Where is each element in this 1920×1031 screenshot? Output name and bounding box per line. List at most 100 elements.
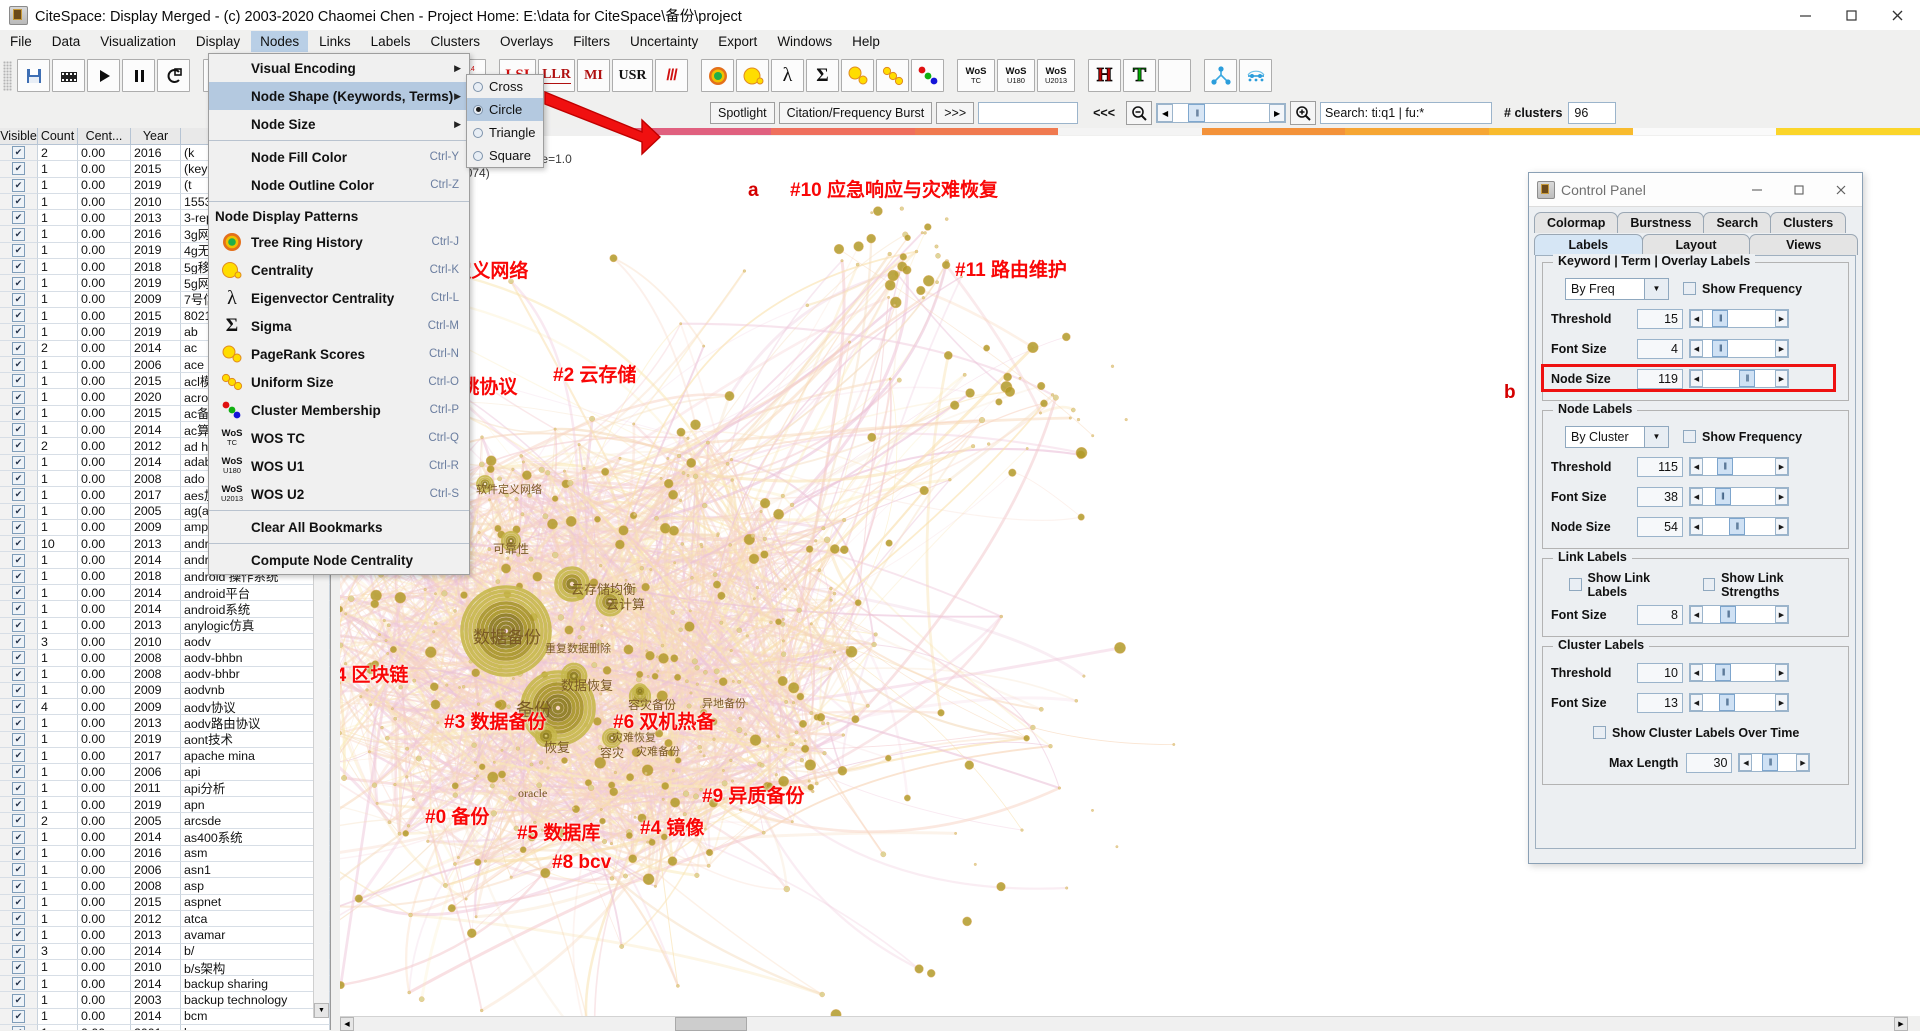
row-visible-cell[interactable]: ✔ <box>0 324 38 341</box>
table-row[interactable]: ✔ 1 0.00 2019 apn <box>0 796 330 814</box>
checkbox-checked-icon[interactable]: ✔ <box>12 488 25 502</box>
row-visible-cell[interactable]: ✔ <box>0 405 38 423</box>
checkbox-checked-icon[interactable]: ✔ <box>12 325 25 339</box>
menu-item-centrality[interactable]: Centrality Ctrl-K <box>209 256 469 284</box>
checkbox-checked-icon[interactable]: ✔ <box>12 162 25 176</box>
nodes-dropdown-menu[interactable]: Visual Encoding ▶ Node Shape (Keywords, … <box>208 53 470 575</box>
table-row[interactable]: ✔ 1 0.00 2015 aspnet <box>0 894 330 911</box>
row-visible-cell[interactable]: ✔ <box>0 242 38 260</box>
menu-item-wos-u2[interactable]: WoS U2013 WOS U2 Ctrl-S <box>209 480 469 508</box>
row-visible-cell[interactable]: ✔ <box>0 340 38 357</box>
row-visible-cell[interactable]: ✔ <box>0 193 38 211</box>
checkbox-checked-icon[interactable]: ✔ <box>12 602 25 616</box>
menu-item-sigma[interactable]: Σ Sigma Ctrl-M <box>209 312 469 340</box>
row-visible-cell[interactable]: ✔ <box>0 373 38 390</box>
menu-item-eigenvector-centrality[interactable]: λ Eigenvector Centrality Ctrl-L <box>209 284 469 312</box>
menu-item-tree-ring-history[interactable]: Tree Ring History Ctrl-J <box>209 228 469 256</box>
slider-track[interactable]: ||| <box>1703 488 1775 505</box>
row-visible-cell[interactable]: ✔ <box>0 731 38 748</box>
max-length-slider[interactable]: ◀ ||| ▶ <box>1738 753 1811 772</box>
cluster-labels-threshold-slider[interactable]: ◀ ||| ▶ <box>1689 663 1789 682</box>
maximize-button[interactable] <box>1828 0 1874 30</box>
cluster-labels-threshold-value[interactable]: 10 <box>1637 662 1683 683</box>
radio-circle-icon[interactable] <box>473 104 483 115</box>
menu-item-pagerank-scores[interactable]: PageRank Scores Ctrl-N <box>209 340 469 368</box>
graph-node-label[interactable]: 容灾 <box>600 744 624 761</box>
graph-cluster-label[interactable]: #10 应急响应与灾难恢复 <box>790 175 998 202</box>
zoom-slider-track[interactable]: ||| <box>1173 104 1270 122</box>
slider-thumb[interactable]: ||| <box>1715 664 1732 681</box>
table-row[interactable]: ✔ 3 0.00 2014 b/ <box>0 943 330 960</box>
menu-uncertainty[interactable]: Uncertainty <box>621 31 707 52</box>
h-icon[interactable]: T <box>1123 59 1156 92</box>
menu-help[interactable]: Help <box>843 31 889 52</box>
checkbox-checked-icon[interactable]: ✔ <box>12 243 25 257</box>
zoom-slider[interactable]: ◀ ||| ▶ <box>1156 103 1287 123</box>
checkbox-checked-icon[interactable]: ✔ <box>12 700 25 714</box>
table-row[interactable]: ✔ 1 0.00 2003 backup technology <box>0 992 330 1009</box>
checkbox-checked-icon[interactable]: ✔ <box>12 912 25 926</box>
checkbox-checked-icon[interactable]: ✔ <box>12 651 25 665</box>
menu-windows[interactable]: Windows <box>768 31 841 52</box>
menu-item-uniform-size[interactable]: Uniform Size Ctrl-O <box>209 368 469 396</box>
col-year[interactable]: Year <box>131 128 181 145</box>
slider-right-arrow[interactable]: ▶ <box>1775 694 1788 711</box>
row-visible-cell[interactable]: ✔ <box>0 910 38 928</box>
table-row[interactable]: ✔ 1 0.00 2014 backup sharing <box>0 976 330 993</box>
forward-button[interactable]: >>> <box>936 102 975 124</box>
menu-visualization[interactable]: Visualization <box>91 31 185 52</box>
row-visible-cell[interactable]: ✔ <box>0 992 38 1009</box>
slider-track[interactable]: ||| <box>1752 754 1797 771</box>
table-row[interactable]: ✔ 1 0.00 2017 apache mina <box>0 747 330 765</box>
graph-cluster-label[interactable]: #8 bcv <box>552 852 611 874</box>
tab-labels[interactable]: Labels <box>1534 234 1643 255</box>
row-visible-cell[interactable]: ✔ <box>0 699 38 716</box>
graph-cluster-label[interactable]: #11 路由维护 <box>955 255 1067 282</box>
max-length-value[interactable]: 30 <box>1686 752 1733 773</box>
radio-cross-icon[interactable] <box>473 81 483 92</box>
row-visible-cell[interactable]: ✔ <box>0 552 38 569</box>
row-visible-cell[interactable]: ✔ <box>0 894 38 911</box>
menu-labels[interactable]: Labels <box>362 31 420 52</box>
cluster-labels-fontsize-value[interactable]: 13 <box>1637 692 1683 713</box>
row-visible-cell[interactable]: ✔ <box>0 959 38 977</box>
checkbox-checked-icon[interactable]: ✔ <box>12 178 25 192</box>
graph-cluster-label[interactable]: #2 云存储 <box>553 360 636 387</box>
checkbox-checked-icon[interactable]: ✔ <box>12 553 25 567</box>
slider-right-arrow[interactable]: ▶ <box>1775 518 1788 535</box>
control-panel-close-button[interactable] <box>1820 173 1862 206</box>
checkbox-checked-icon[interactable]: ✔ <box>12 683 25 697</box>
table-row[interactable]: ✔ 1 0.00 2006 api <box>0 764 330 781</box>
checkbox-checked-icon[interactable]: ✔ <box>12 341 25 355</box>
row-visible-cell[interactable]: ✔ <box>0 747 38 765</box>
graph-cluster-label[interactable]: #0 备份 <box>425 802 489 829</box>
minimize-button[interactable] <box>1782 0 1828 30</box>
wos-u2013-icon[interactable]: WoS U2013 <box>1037 59 1075 92</box>
graph-node-label[interactable]: 重复数据删除 <box>545 640 611 656</box>
checkbox-checked-icon[interactable]: ✔ <box>12 374 25 388</box>
radio-square-icon[interactable] <box>473 150 483 161</box>
zoom-slider-left-arrow[interactable]: ◀ <box>1157 104 1174 122</box>
row-visible-cell[interactable]: ✔ <box>0 503 38 520</box>
table-row[interactable]: ✔ 1 0.00 2013 anylogic仿真 <box>0 617 330 634</box>
control-panel-minimize-button[interactable] <box>1736 173 1778 206</box>
network-icon[interactable] <box>1204 59 1237 92</box>
cluster-membership-icon[interactable] <box>911 59 944 92</box>
row-visible-cell[interactable]: ✔ <box>0 976 38 993</box>
row-visible-cell[interactable]: ✔ <box>0 666 38 683</box>
graph-node-label[interactable]: 软件定义网络 <box>476 481 542 497</box>
row-visible-cell[interactable]: ✔ <box>0 829 38 846</box>
pause-icon[interactable] <box>122 59 155 92</box>
chevron-down-icon[interactable]: ▼ <box>1644 426 1668 447</box>
slider-track[interactable]: ||| <box>1703 664 1775 681</box>
row-visible-cell[interactable]: ✔ <box>0 682 38 700</box>
sigma-icon[interactable]: Σ <box>806 59 839 92</box>
slider-thumb[interactable]: ||| <box>1716 458 1733 475</box>
node-labels-mode-select[interactable]: By Cluster ▼ <box>1565 425 1669 448</box>
node-labels-fontsize-slider[interactable]: ◀ ||| ▶ <box>1689 487 1789 506</box>
show-link-strengths-checkbox[interactable] <box>1702 578 1716 591</box>
tab-colormap[interactable]: Colormap <box>1534 212 1619 233</box>
uniform-size-icon[interactable] <box>876 59 909 92</box>
row-visible-cell[interactable]: ✔ <box>0 878 38 895</box>
zoom-out-icon[interactable] <box>1126 101 1153 125</box>
